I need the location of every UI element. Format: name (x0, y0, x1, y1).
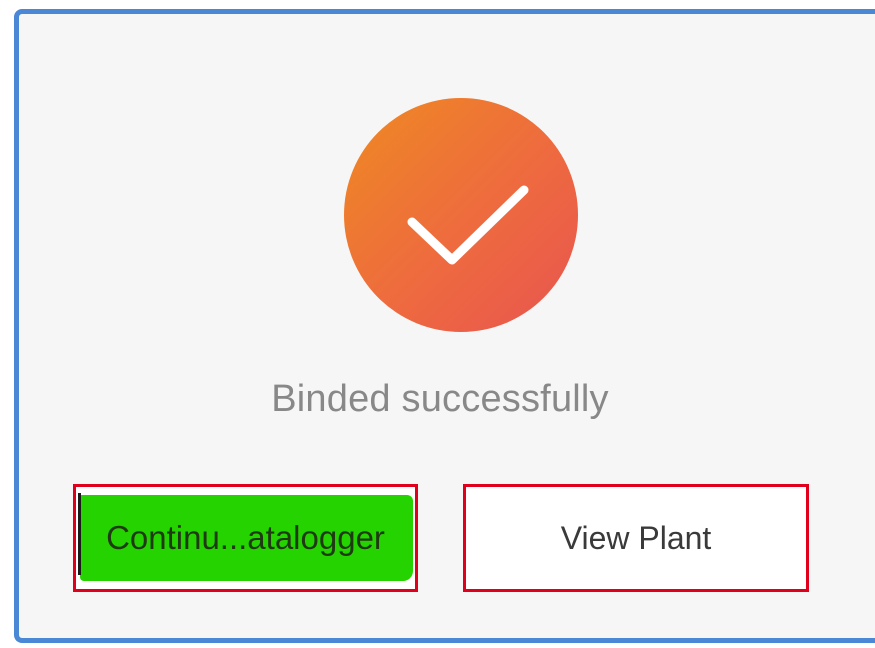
checkmark-icon (407, 185, 529, 265)
continue-bind-datalogger-button[interactable]: Continu...atalogger (73, 484, 418, 592)
continue-button-label: Continu...atalogger (106, 519, 385, 556)
success-badge (344, 98, 578, 332)
view-plant-button[interactable]: View Plant (463, 484, 809, 592)
status-message: Binded successfully (271, 378, 609, 420)
highlight-edge (78, 493, 81, 575)
view-plant-button-label: View Plant (560, 519, 712, 556)
